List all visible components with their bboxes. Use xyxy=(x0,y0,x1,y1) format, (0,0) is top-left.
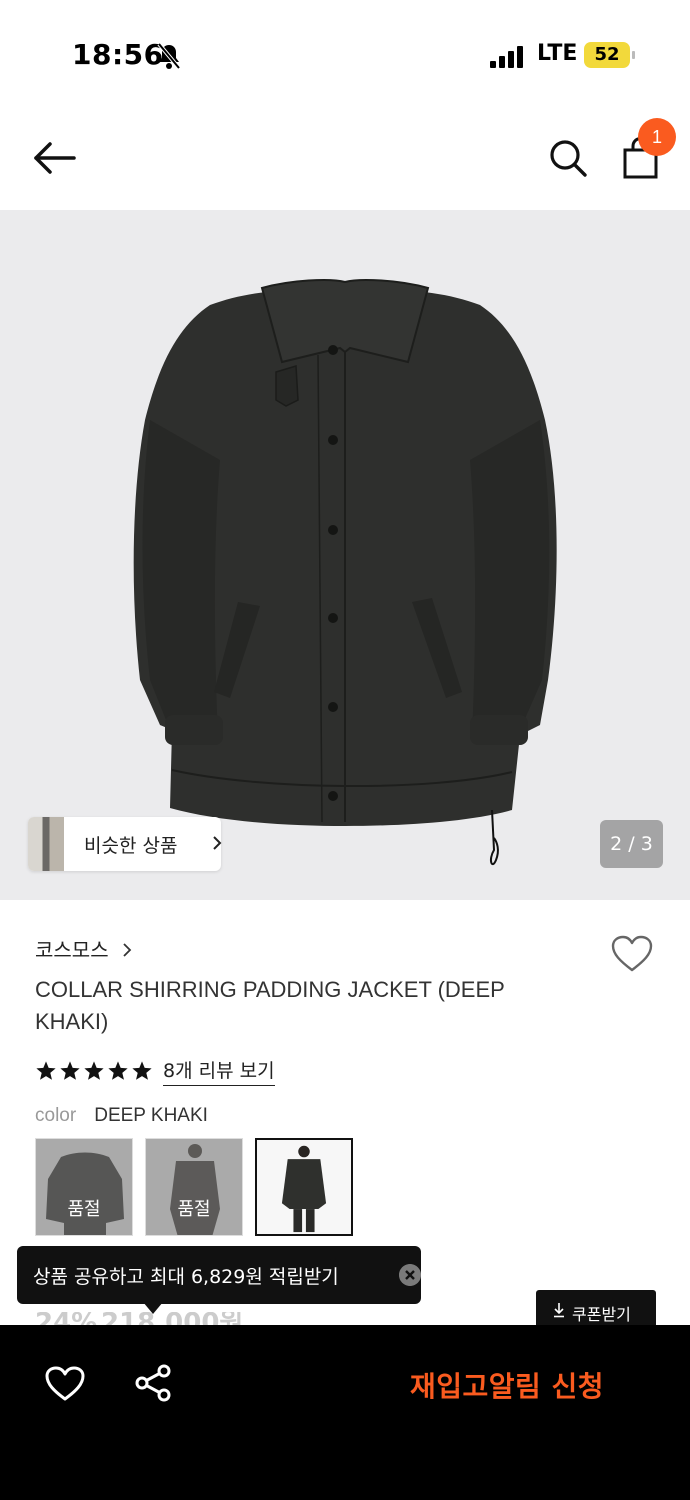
status-time: 18:56 xyxy=(72,38,164,71)
star-icon xyxy=(108,1061,128,1080)
product-title: COLLAR SHIRRING PADDING JACKET (DEEP KHA… xyxy=(35,977,505,1034)
network-type: LTE xyxy=(537,41,578,66)
coupon-label: 쿠폰받기 xyxy=(572,1305,631,1324)
cart-count-badge: 1 xyxy=(638,118,676,156)
swatch-image xyxy=(257,1140,351,1234)
heart-icon[interactable] xyxy=(610,934,654,974)
soldout-label: 품절 xyxy=(67,1199,101,1220)
sale-price: 218,000원 xyxy=(101,1312,243,1326)
color-swatch[interactable]: 품절 xyxy=(145,1138,243,1236)
bottom-action-bar: 재입고알림 신청 xyxy=(0,1325,690,1500)
review-link[interactable]: 8개 리뷰 보기 xyxy=(163,1056,275,1086)
price-peek: 24% 218,000원 xyxy=(35,1312,275,1326)
rating-stars xyxy=(35,1060,153,1082)
discount-rate: 24% xyxy=(35,1312,97,1326)
back-arrow-icon[interactable] xyxy=(30,140,80,176)
color-swatch[interactable]: 품절 xyxy=(35,1138,133,1236)
signal-icon xyxy=(490,44,524,68)
battery-indicator: 52 xyxy=(584,42,635,68)
star-icon xyxy=(36,1061,56,1080)
heart-icon[interactable] xyxy=(44,1365,86,1403)
top-nav: 1 xyxy=(0,110,690,210)
chevron-right-icon xyxy=(123,943,131,957)
bell-slash-icon xyxy=(157,42,181,70)
share-icon[interactable] xyxy=(134,1363,172,1403)
product-image-gallery[interactable]: 비슷한 상품 2 / 3 xyxy=(0,210,690,900)
tooltip-arrow xyxy=(143,1302,163,1314)
star-icon xyxy=(132,1061,152,1080)
share-reward-tooltip: 상품 공유하고 최대 6,829원 적립받기 xyxy=(17,1246,421,1304)
coupon-download-button[interactable]: 쿠폰받기 xyxy=(536,1290,656,1330)
color-value: DEEP KHAKI xyxy=(94,1105,208,1126)
color-swatch-selected[interactable] xyxy=(255,1138,353,1236)
similar-products-label: 비슷한 상품 xyxy=(84,835,178,857)
similar-products-button[interactable]: 비슷한 상품 xyxy=(28,817,222,871)
star-icon xyxy=(84,1061,104,1080)
product-photo xyxy=(133,279,557,866)
brand-link[interactable]: 코스모스 xyxy=(35,934,132,964)
search-icon[interactable] xyxy=(548,138,588,178)
chevron-right-icon xyxy=(213,836,222,850)
color-swatches: 품절 품절 xyxy=(35,1138,353,1236)
image-counter: 2 / 3 xyxy=(600,820,663,868)
brand-name: 코스모스 xyxy=(35,938,109,962)
rating-row: 8개 리뷰 보기 xyxy=(35,1054,275,1088)
color-row: color DEEP KHAKI xyxy=(35,1104,208,1127)
color-label: color xyxy=(35,1105,77,1126)
soldout-label: 품절 xyxy=(177,1199,211,1220)
similar-product-thumbnail xyxy=(28,817,64,871)
restock-alert-button[interactable]: 재입고알림 신청 xyxy=(410,1365,604,1405)
close-icon[interactable] xyxy=(399,1264,421,1286)
status-bar: 18:56 LTE 52 xyxy=(0,0,690,110)
star-icon xyxy=(60,1061,80,1080)
download-icon xyxy=(554,1303,564,1318)
tooltip-text: 상품 공유하고 최대 6,829원 적립받기 xyxy=(33,1266,339,1288)
